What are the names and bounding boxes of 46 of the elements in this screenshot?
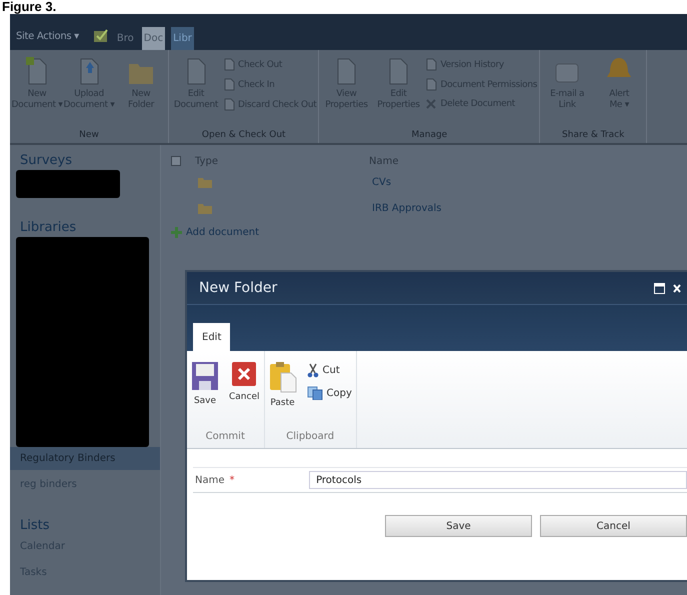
ribbon-group-label: New [78,130,100,142]
sidebar-heading[interactable]: Lists [10,518,160,533]
site-actions-menu[interactable]: Site Actions ▾ [16,30,79,42]
close-icon[interactable] [673,284,681,292]
ribbon-button[interactable]: Paste [268,361,296,431]
plus-icon [171,227,182,238]
ribbon-group-label: Commit [204,431,246,444]
document-icon [425,78,438,91]
document-icon [223,78,235,91]
document-icon [223,98,235,111]
add-document-link[interactable]: Add document [186,227,259,238]
figure-caption: Figure 3. [1,0,58,14]
ribbon-group-label: Clipboard [285,431,336,444]
cancel-icon [231,361,258,387]
name-field[interactable]: Protocols [309,471,687,489]
ribbon-button[interactable]: Save [191,361,219,431]
copy-icon [306,386,322,400]
sidebar-heading[interactable]: Libraries [10,220,160,235]
ribbon-group-label: Share & Track [561,130,626,142]
folder-icon [198,202,212,214]
folder-icon [198,176,212,188]
folder-link[interactable]: CVs [372,176,392,188]
scissors-icon [306,363,318,378]
select-all-checkbox[interactable] [171,156,181,166]
sidebar-item[interactable]: Regulatory Binders [10,447,160,470]
clipboard-icon [268,361,296,393]
save-button[interactable]: Save [385,515,532,537]
document-icon [223,58,235,71]
document-icon [425,58,438,71]
ribbon-tab[interactable]: Libr [171,27,194,50]
ribbon-button[interactable]: Cut [306,363,352,378]
field-label: Name [194,474,225,486]
ribbon-tab[interactable]: Edit [193,323,230,351]
sidebar-heading[interactable]: Surveys [10,153,160,168]
ribbon-tab[interactable]: Bro [114,27,136,50]
cancel-button[interactable]: Cancel [540,515,687,537]
ribbon-button[interactable]: Cancel [229,361,260,431]
maximize-icon[interactable] [654,282,665,294]
ribbon-group-label: Open & Check Out [200,130,287,142]
ribbon-group-label: Manage [410,130,448,142]
ribbon-tab[interactable]: Doc [142,27,166,50]
dialog-title: New Folder [199,280,278,296]
delete-icon [425,98,438,110]
ribbon-button[interactable]: Copy [306,386,352,400]
folder-link[interactable]: IRB Approvals [372,202,442,214]
required-mark: * [230,474,236,486]
